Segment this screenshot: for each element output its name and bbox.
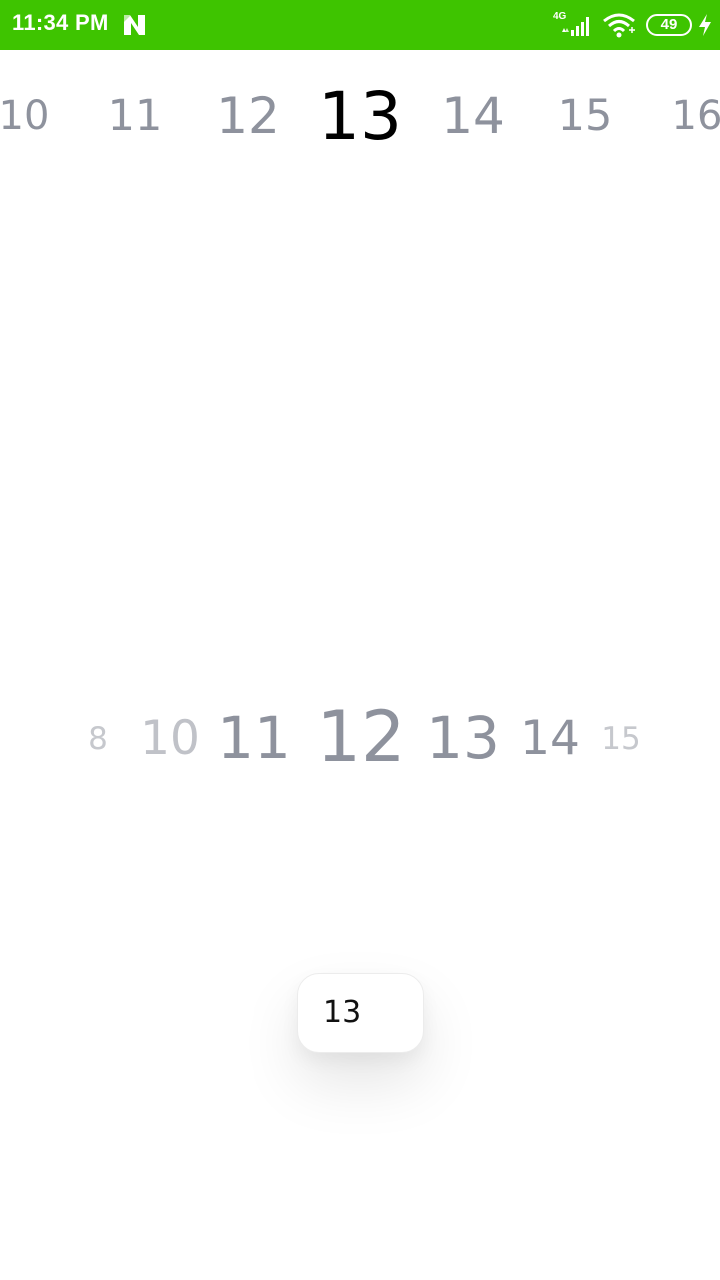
- selected-value: 13: [323, 995, 362, 1030]
- ruler-number[interactable]: 15: [558, 95, 613, 138]
- ruler-number[interactable]: 11: [217, 709, 291, 767]
- ruler-number[interactable]: 14: [441, 91, 505, 141]
- ruler-number[interactable]: 11: [108, 95, 163, 138]
- status-time: 11:34 PM: [12, 10, 109, 35]
- ruler-number[interactable]: 12: [216, 91, 280, 141]
- ruler-number[interactable]: 15: [601, 724, 640, 755]
- ruler-number-selected[interactable]: 13: [318, 84, 402, 150]
- ruler-number[interactable]: 13: [426, 709, 500, 767]
- battery-icon: 49: [646, 14, 692, 36]
- ruler-number[interactable]: 14: [520, 715, 580, 762]
- status-bar: 11:34 PM 4G 49: [0, 0, 720, 50]
- ruler-number-selected[interactable]: 12: [316, 702, 405, 772]
- wifi-icon: [603, 13, 635, 38]
- selected-value-card[interactable]: 13: [297, 973, 424, 1053]
- charging-bolt-icon: [699, 14, 711, 36]
- ruler-number[interactable]: 10: [0, 96, 49, 136]
- top-number-ruler[interactable]: 10 11 12 13 14 15 16: [0, 50, 720, 170]
- ruler-number[interactable]: 16: [672, 96, 720, 136]
- ruler-number[interactable]: 8: [88, 724, 108, 755]
- ruler-number[interactable]: 10: [140, 715, 200, 762]
- middle-number-ruler[interactable]: 8 10 11 12 13 14 15: [0, 690, 720, 790]
- signal-icon: [562, 17, 589, 36]
- battery-level: 49: [660, 16, 678, 33]
- n-notification-icon: [124, 15, 145, 35]
